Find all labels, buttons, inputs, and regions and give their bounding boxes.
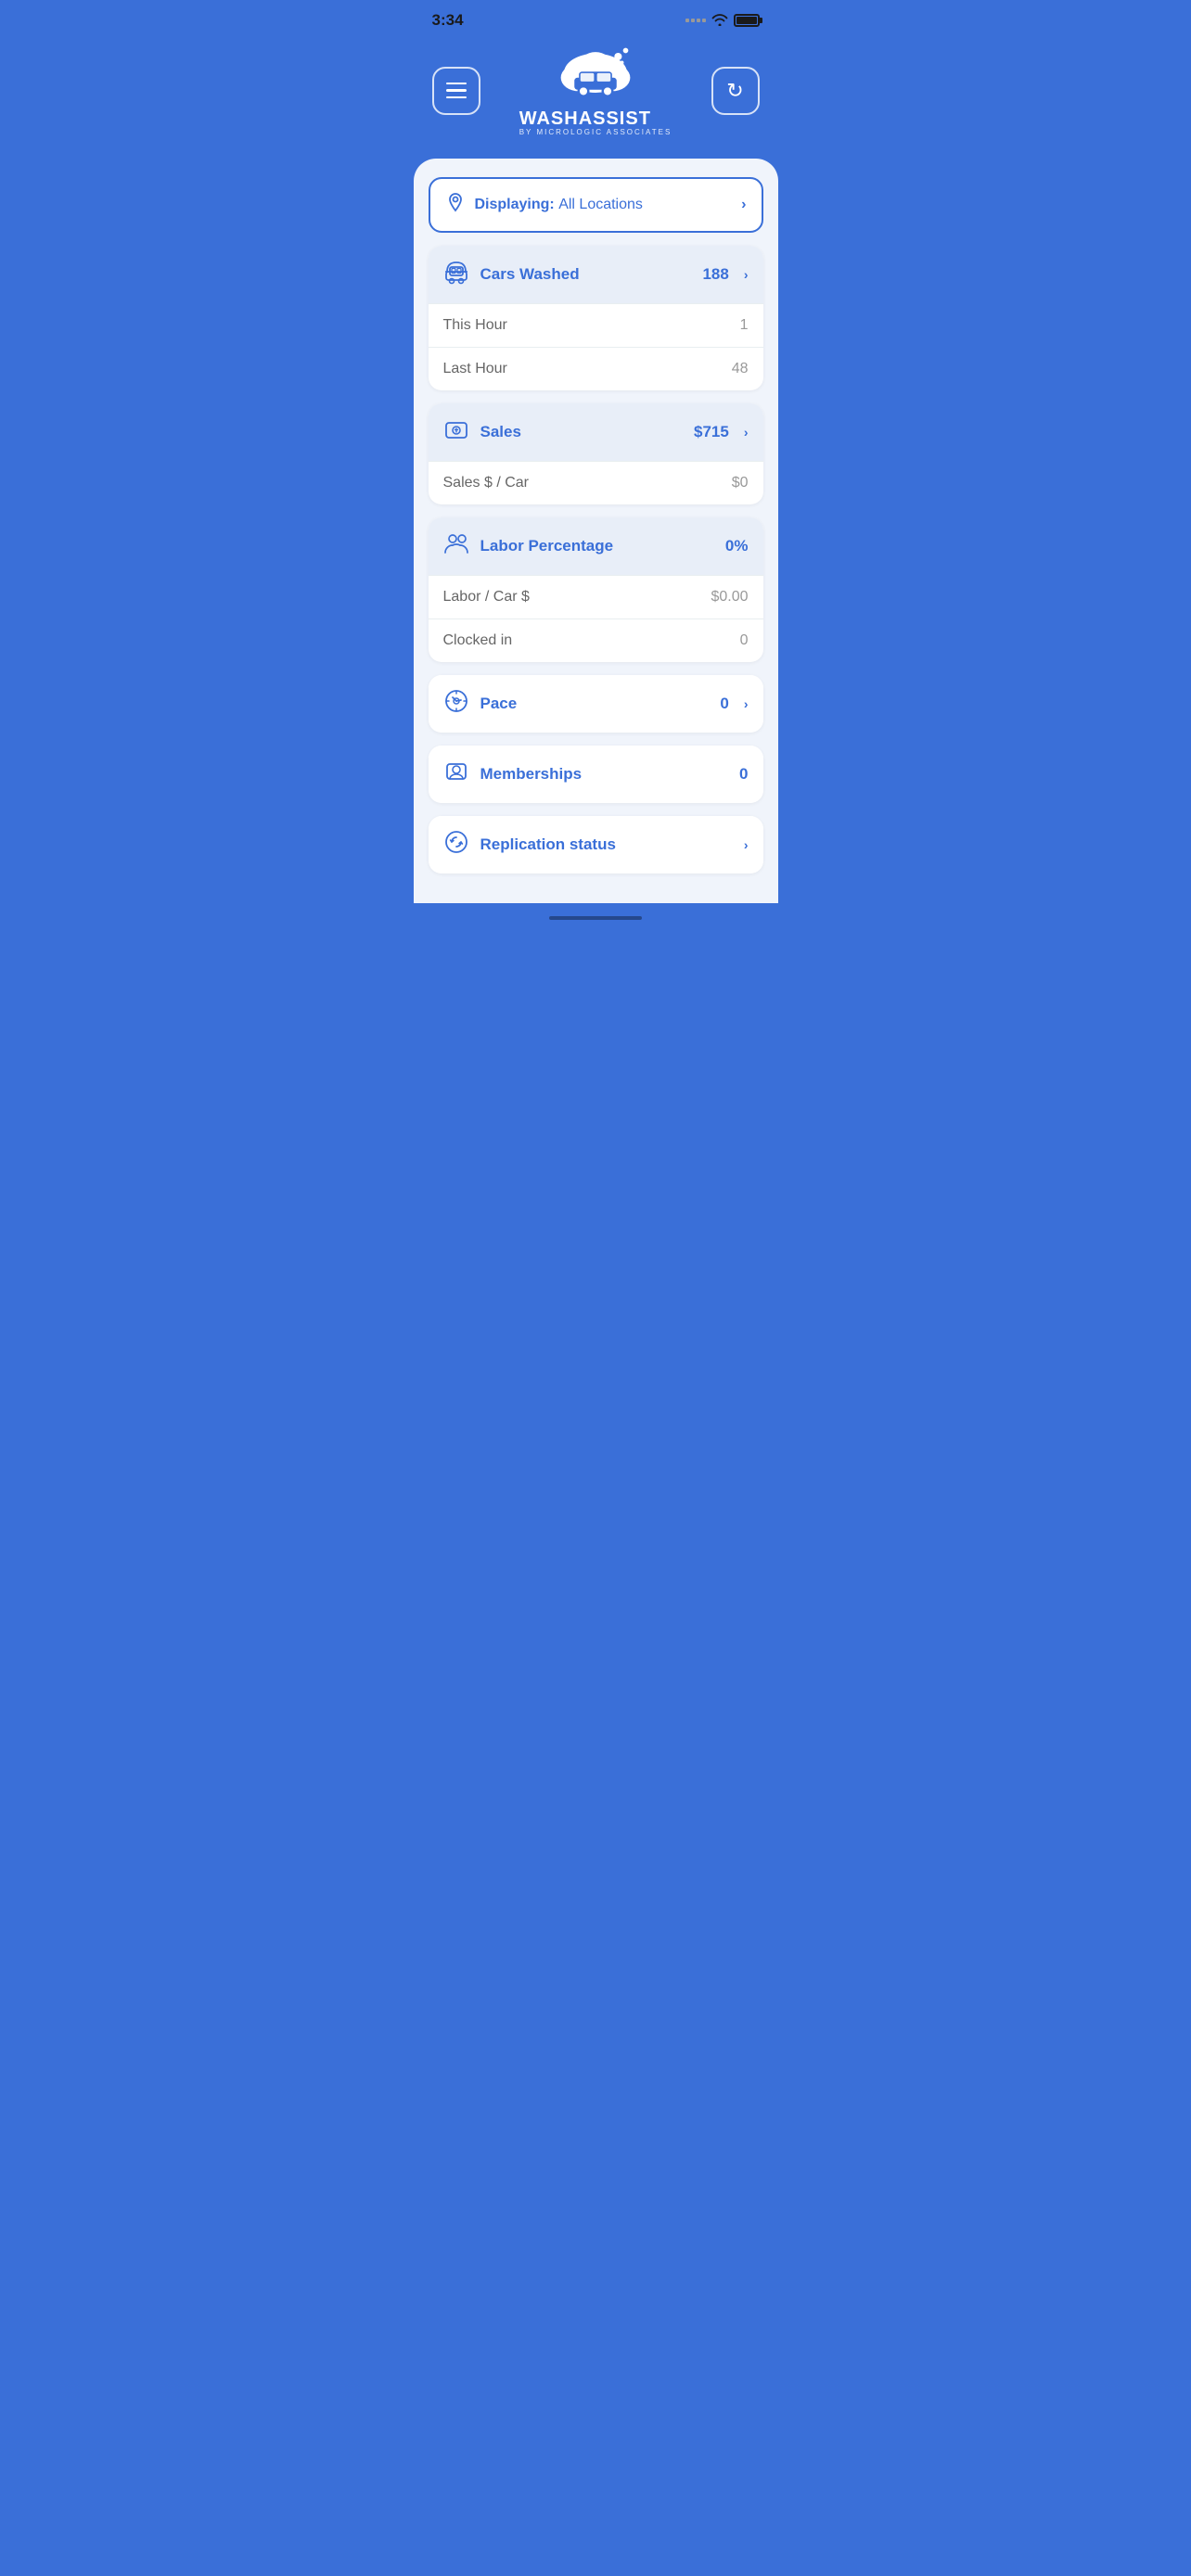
sales-per-car-label: Sales $ / Car bbox=[443, 475, 529, 491]
location-selector[interactable]: Displaying: All Locations › bbox=[429, 177, 763, 233]
refresh-icon: ↻ bbox=[726, 79, 743, 103]
pace-inner[interactable]: Pace 0 › bbox=[429, 675, 763, 733]
cars-washed-title: Cars Washed bbox=[480, 265, 692, 284]
replication-chevron-icon: › bbox=[744, 837, 749, 852]
sales-per-car-row: Sales $ / Car $0 bbox=[429, 461, 763, 504]
phone-frame: 3:34 bbox=[414, 0, 778, 933]
main-content: Displaying: All Locations › bbox=[414, 159, 778, 903]
pace-title: Pace bbox=[480, 695, 710, 713]
cars-washed-card: Cars Washed 188 › This Hour 1 Last Hour … bbox=[429, 246, 763, 390]
labor-per-car-row: Labor / Car $ $0.00 bbox=[429, 575, 763, 618]
labor-per-car-label: Labor / Car $ bbox=[443, 589, 530, 606]
menu-button[interactable] bbox=[432, 67, 480, 115]
sales-chevron-icon: › bbox=[744, 425, 749, 440]
replication-title: Replication status bbox=[480, 835, 729, 854]
sales-per-car-value: $0 bbox=[732, 475, 749, 491]
cars-washed-value: 188 bbox=[702, 265, 728, 284]
battery-icon bbox=[734, 14, 760, 27]
refresh-button[interactable]: ↻ bbox=[711, 67, 760, 115]
memberships-title: Memberships bbox=[480, 765, 729, 784]
logo-subtext: BY MICROLOGIC ASSOCIATES bbox=[519, 128, 672, 136]
bottom-bar bbox=[414, 903, 778, 933]
cars-washed-chevron-icon: › bbox=[744, 267, 749, 282]
labor-card: Labor Percentage 0% Labor / Car $ $0.00 … bbox=[429, 517, 763, 662]
memberships-inner[interactable]: Memberships 0 bbox=[429, 746, 763, 803]
replication-status-card: Replication status › bbox=[429, 816, 763, 874]
this-hour-row: This Hour 1 bbox=[429, 303, 763, 347]
replication-inner[interactable]: Replication status › bbox=[429, 816, 763, 874]
pace-value: 0 bbox=[720, 695, 728, 713]
sales-title: Sales bbox=[480, 423, 684, 441]
replication-icon bbox=[443, 829, 469, 861]
cars-washed-header[interactable]: Cars Washed 188 › bbox=[429, 246, 763, 303]
status-time: 3:34 bbox=[432, 11, 464, 30]
pace-icon bbox=[443, 688, 469, 720]
sales-icon bbox=[443, 416, 469, 448]
memberships-value: 0 bbox=[739, 765, 748, 784]
logo: WASHASSIST BY MICROLOGIC ASSOCIATES bbox=[519, 45, 672, 136]
status-bar: 3:34 bbox=[414, 0, 778, 37]
labor-header: Labor Percentage 0% bbox=[429, 517, 763, 575]
labor-title: Labor Percentage bbox=[480, 537, 714, 555]
labor-icon bbox=[443, 530, 469, 562]
labor-value: 0% bbox=[725, 537, 749, 555]
this-hour-label: This Hour bbox=[443, 317, 507, 334]
last-hour-label: Last Hour bbox=[443, 361, 507, 377]
memberships-card: Memberships 0 bbox=[429, 746, 763, 803]
this-hour-value: 1 bbox=[740, 317, 749, 334]
clocked-in-value: 0 bbox=[740, 632, 749, 649]
signal-dots-icon bbox=[685, 19, 706, 22]
last-hour-row: Last Hour 48 bbox=[429, 347, 763, 390]
sales-card: Sales $715 › Sales $ / Car $0 bbox=[429, 403, 763, 504]
wifi-icon bbox=[711, 13, 728, 29]
location-value-text: All Locations bbox=[558, 197, 643, 212]
sales-value: $715 bbox=[694, 423, 729, 441]
pace-chevron-icon: › bbox=[744, 696, 749, 711]
sales-header[interactable]: Sales $715 › bbox=[429, 403, 763, 461]
clocked-in-label: Clocked in bbox=[443, 632, 513, 649]
home-indicator bbox=[549, 916, 642, 920]
hamburger-icon bbox=[446, 83, 467, 99]
memberships-icon bbox=[443, 759, 469, 790]
labor-per-car-value: $0.00 bbox=[711, 589, 748, 606]
car-wash-icon bbox=[443, 259, 469, 290]
header: WASHASSIST BY MICROLOGIC ASSOCIATES ↻ bbox=[414, 37, 778, 159]
location-label: Displaying: bbox=[475, 197, 559, 212]
last-hour-value: 48 bbox=[732, 361, 749, 377]
logo-icon bbox=[549, 45, 642, 105]
pace-card: Pace 0 › bbox=[429, 675, 763, 733]
location-pin-icon bbox=[445, 192, 466, 218]
status-icons bbox=[685, 13, 760, 29]
clocked-in-row: Clocked in 0 bbox=[429, 618, 763, 662]
logo-text: WASHASSIST bbox=[519, 108, 672, 130]
location-chevron-icon: › bbox=[741, 197, 746, 213]
